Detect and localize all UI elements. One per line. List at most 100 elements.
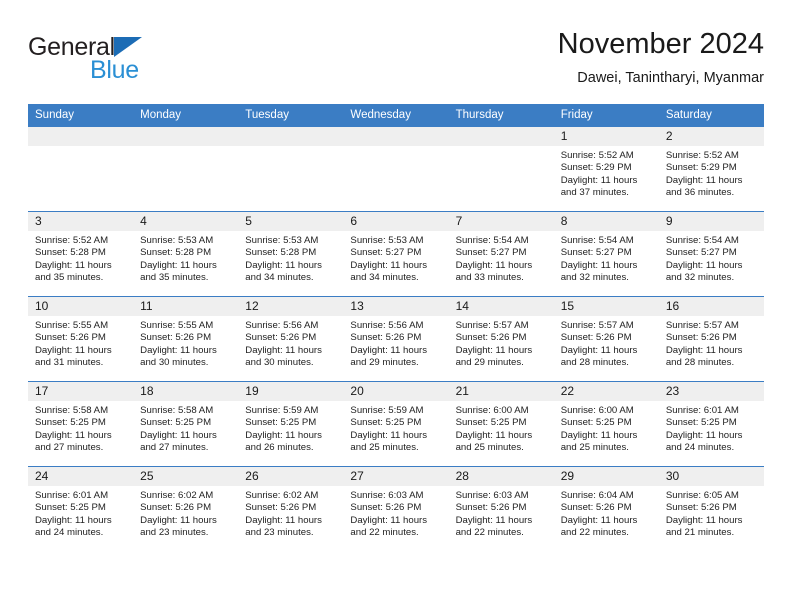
day-cell-content: 27 Sunrise: 6:03 AM Sunset: 5:26 PM Dayligh…: [343, 467, 449, 551]
day-number: 23: [658, 382, 764, 401]
sunset-text: Sunset: 5:26 PM: [140, 332, 212, 344]
sunset-text: Sunset: 5:27 PM: [350, 247, 422, 259]
day-number: 14: [448, 297, 554, 316]
day-sun-info: Sunrise: 6:03 AM Sunset: 5:26 PM Daylight:…: [343, 486, 448, 540]
weekday-header-sunday: Sunday: [28, 104, 134, 127]
calendar-day-cell[interactable]: 1 Sunrise: 5:52 AM Sunset: 5:29 PM Daylight…: [553, 126, 659, 212]
weekday-header-saturday: Saturday: [658, 104, 764, 127]
daylight-text-line1: Daylight: 11 hours: [665, 259, 743, 271]
calendar-day-cell[interactable]: 24 Sunrise: 6:01 AM Sunset: 5:25 PM Dayligh…: [28, 466, 134, 551]
day-cell-content: 7 Sunrise: 5:54 AM Sunset: 5:27 PM Daylight…: [448, 212, 554, 296]
daylight-text-line2: and 24 minutes.: [35, 527, 104, 539]
daylight-text-line1: Daylight: 11 hours: [140, 259, 217, 271]
calendar-day-cell[interactable]: 19 Sunrise: 5:59 AM Sunset: 5:25 PM Dayligh…: [238, 381, 344, 467]
sunrise-text: Sunrise: 5:59 AM: [245, 405, 319, 416]
sunset-text: Sunset: 5:28 PM: [35, 247, 106, 259]
daylight-text-line1: Daylight: 11 hours: [245, 259, 322, 271]
calendar-day-cell: [28, 126, 134, 212]
generalblue-logo[interactable]: General Blue: [28, 34, 268, 90]
day-cell-content: 3 Sunrise: 5:52 AM Sunset: 5:28 PM Daylight…: [28, 212, 134, 296]
day-number: 26: [238, 467, 344, 486]
calendar-day-cell[interactable]: 10 Sunrise: 5:55 AM Sunset: 5:26 PM Dayligh…: [28, 296, 134, 382]
calendar-day-cell[interactable]: 15 Sunrise: 5:57 AM Sunset: 5:26 PM Dayligh…: [553, 296, 659, 382]
calendar-day-cell[interactable]: 27 Sunrise: 6:03 AM Sunset: 5:26 PM Dayligh…: [343, 466, 449, 551]
calendar-day-cell[interactable]: 6 Sunrise: 5:53 AM Sunset: 5:27 PM Daylight…: [343, 211, 449, 297]
calendar-day-cell[interactable]: 8 Sunrise: 5:54 AM Sunset: 5:27 PM Daylight…: [553, 211, 659, 297]
day-number: 17: [28, 382, 134, 401]
day-cell-content: 30 Sunrise: 6:05 AM Sunset: 5:26 PM Dayligh…: [658, 467, 764, 551]
sunset-text: Sunset: 5:26 PM: [245, 332, 317, 344]
calendar-day-cell[interactable]: 12 Sunrise: 5:56 AM Sunset: 5:26 PM Dayligh…: [238, 296, 344, 382]
sunset-text: Sunset: 5:28 PM: [245, 247, 317, 259]
day-cell-content: 6 Sunrise: 5:53 AM Sunset: 5:27 PM Daylight…: [343, 212, 449, 296]
day-number: 10: [28, 297, 134, 316]
weekday-header-thursday: Thursday: [448, 104, 554, 127]
daylight-text-line2: and 36 minutes.: [665, 187, 735, 199]
calendar-day-cell[interactable]: 22 Sunrise: 6:00 AM Sunset: 5:25 PM Dayligh…: [553, 381, 659, 467]
page-title: November 2024: [557, 28, 764, 60]
weekday-header-tuesday: Tuesday: [238, 104, 344, 127]
day-sun-info: Sunrise: 6:02 AM Sunset: 5:26 PM Daylight:…: [238, 486, 343, 540]
calendar-day-cell[interactable]: 17 Sunrise: 5:58 AM Sunset: 5:25 PM Dayligh…: [28, 381, 134, 467]
daylight-text-line1: Daylight: 11 hours: [350, 514, 428, 526]
sunset-text: Sunset: 5:25 PM: [35, 417, 106, 429]
calendar-day-cell[interactable]: 23 Sunrise: 6:01 AM Sunset: 5:25 PM Dayligh…: [658, 381, 764, 467]
day-number: 12: [238, 297, 344, 316]
day-sun-info: Sunrise: 6:04 AM Sunset: 5:26 PM Daylight:…: [554, 486, 659, 540]
calendar-day-cell[interactable]: 3 Sunrise: 5:52 AM Sunset: 5:28 PM Daylight…: [28, 211, 134, 297]
day-sun-info: Sunrise: 5:55 AM Sunset: 5:26 PM Daylight:…: [28, 316, 133, 370]
sunrise-text: Sunrise: 5:56 AM: [350, 320, 424, 331]
calendar-day-cell[interactable]: 28 Sunrise: 6:03 AM Sunset: 5:26 PM Dayligh…: [448, 466, 554, 551]
day-number: 2: [658, 127, 764, 146]
calendar-day-cell[interactable]: 9 Sunrise: 5:54 AM Sunset: 5:27 PM Daylight…: [658, 211, 764, 297]
calendar-day-cell[interactable]: 5 Sunrise: 5:53 AM Sunset: 5:28 PM Daylight…: [238, 211, 344, 297]
calendar-day-cell[interactable]: 29 Sunrise: 6:04 AM Sunset: 5:26 PM Dayligh…: [553, 466, 659, 551]
day-number: 27: [343, 467, 449, 486]
calendar-day-cell[interactable]: 11 Sunrise: 5:55 AM Sunset: 5:26 PM Dayligh…: [133, 296, 239, 382]
calendar-day-cell[interactable]: 16 Sunrise: 5:57 AM Sunset: 5:26 PM Dayligh…: [658, 296, 764, 382]
day-cell-content: 15 Sunrise: 5:57 AM Sunset: 5:26 PM Dayligh…: [553, 297, 659, 381]
calendar-page: General Blue November 2024 Dawei, Tanint…: [0, 0, 792, 612]
day-cell-content: 26 Sunrise: 6:02 AM Sunset: 5:26 PM Dayligh…: [238, 467, 344, 551]
day-sun-info: Sunrise: 5:54 AM Sunset: 5:27 PM Daylight:…: [449, 231, 554, 285]
day-cell-content: 23 Sunrise: 6:01 AM Sunset: 5:25 PM Dayligh…: [658, 382, 764, 466]
sunset-text: Sunset: 5:25 PM: [35, 502, 106, 514]
calendar-day-cell[interactable]: 25 Sunrise: 6:02 AM Sunset: 5:26 PM Dayligh…: [133, 466, 239, 551]
day-cell-content: [238, 127, 344, 211]
sunset-text: Sunset: 5:29 PM: [665, 162, 737, 174]
day-sun-info: Sunrise: 5:57 AM Sunset: 5:26 PM Daylight:…: [554, 316, 659, 370]
day-number: 1: [553, 127, 659, 146]
daylight-text-line2: and 32 minutes.: [665, 272, 735, 284]
calendar-day-cell[interactable]: 4 Sunrise: 5:53 AM Sunset: 5:28 PM Daylight…: [133, 211, 239, 297]
day-number: 4: [133, 212, 239, 231]
sunset-text: Sunset: 5:26 PM: [350, 502, 422, 514]
calendar-week-row: 1 Sunrise: 5:52 AM Sunset: 5:29 PM Daylight…: [28, 126, 764, 212]
calendar-day-cell[interactable]: 21 Sunrise: 6:00 AM Sunset: 5:25 PM Dayligh…: [448, 381, 554, 467]
daylight-text-line2: and 26 minutes.: [245, 442, 314, 454]
day-cell-content: [343, 127, 449, 211]
day-sun-info: Sunrise: 5:54 AM Sunset: 5:27 PM Daylight:…: [659, 231, 764, 285]
day-cell-content: 14 Sunrise: 5:57 AM Sunset: 5:26 PM Dayligh…: [448, 297, 554, 381]
daylight-text-line1: Daylight: 11 hours: [560, 174, 638, 186]
calendar-day-cell[interactable]: 13 Sunrise: 5:56 AM Sunset: 5:26 PM Dayligh…: [343, 296, 449, 382]
daylight-text-line1: Daylight: 11 hours: [560, 429, 638, 441]
calendar-day-cell[interactable]: 26 Sunrise: 6:02 AM Sunset: 5:26 PM Dayligh…: [238, 466, 344, 551]
daylight-text-line1: Daylight: 11 hours: [140, 514, 217, 526]
daylight-text-line2: and 30 minutes.: [140, 357, 209, 369]
calendar-day-cell[interactable]: 14 Sunrise: 5:57 AM Sunset: 5:26 PM Dayligh…: [448, 296, 554, 382]
calendar-day-cell[interactable]: 7 Sunrise: 5:54 AM Sunset: 5:27 PM Daylight…: [448, 211, 554, 297]
calendar-day-cell[interactable]: 2 Sunrise: 5:52 AM Sunset: 5:29 PM Daylight…: [658, 126, 764, 212]
daylight-text-line1: Daylight: 11 hours: [560, 344, 638, 356]
calendar-day-cell[interactable]: 18 Sunrise: 5:58 AM Sunset: 5:25 PM Dayligh…: [133, 381, 239, 467]
sunset-text: Sunset: 5:25 PM: [560, 417, 632, 429]
day-cell-content: 20 Sunrise: 5:59 AM Sunset: 5:25 PM Dayligh…: [343, 382, 449, 466]
sunset-text: Sunset: 5:26 PM: [350, 332, 422, 344]
calendar-day-cell[interactable]: 20 Sunrise: 5:59 AM Sunset: 5:25 PM Dayligh…: [343, 381, 449, 467]
calendar-day-cell[interactable]: 30 Sunrise: 6:05 AM Sunset: 5:26 PM Dayligh…: [658, 466, 764, 551]
daylight-text-line1: Daylight: 11 hours: [245, 514, 322, 526]
day-cell-content: 25 Sunrise: 6:02 AM Sunset: 5:26 PM Dayligh…: [133, 467, 239, 551]
daylight-text-line2: and 29 minutes.: [455, 357, 524, 369]
sunrise-text: Sunrise: 5:52 AM: [560, 150, 634, 161]
daylight-text-line2: and 23 minutes.: [245, 527, 314, 539]
daylight-text-line1: Daylight: 11 hours: [35, 429, 112, 441]
